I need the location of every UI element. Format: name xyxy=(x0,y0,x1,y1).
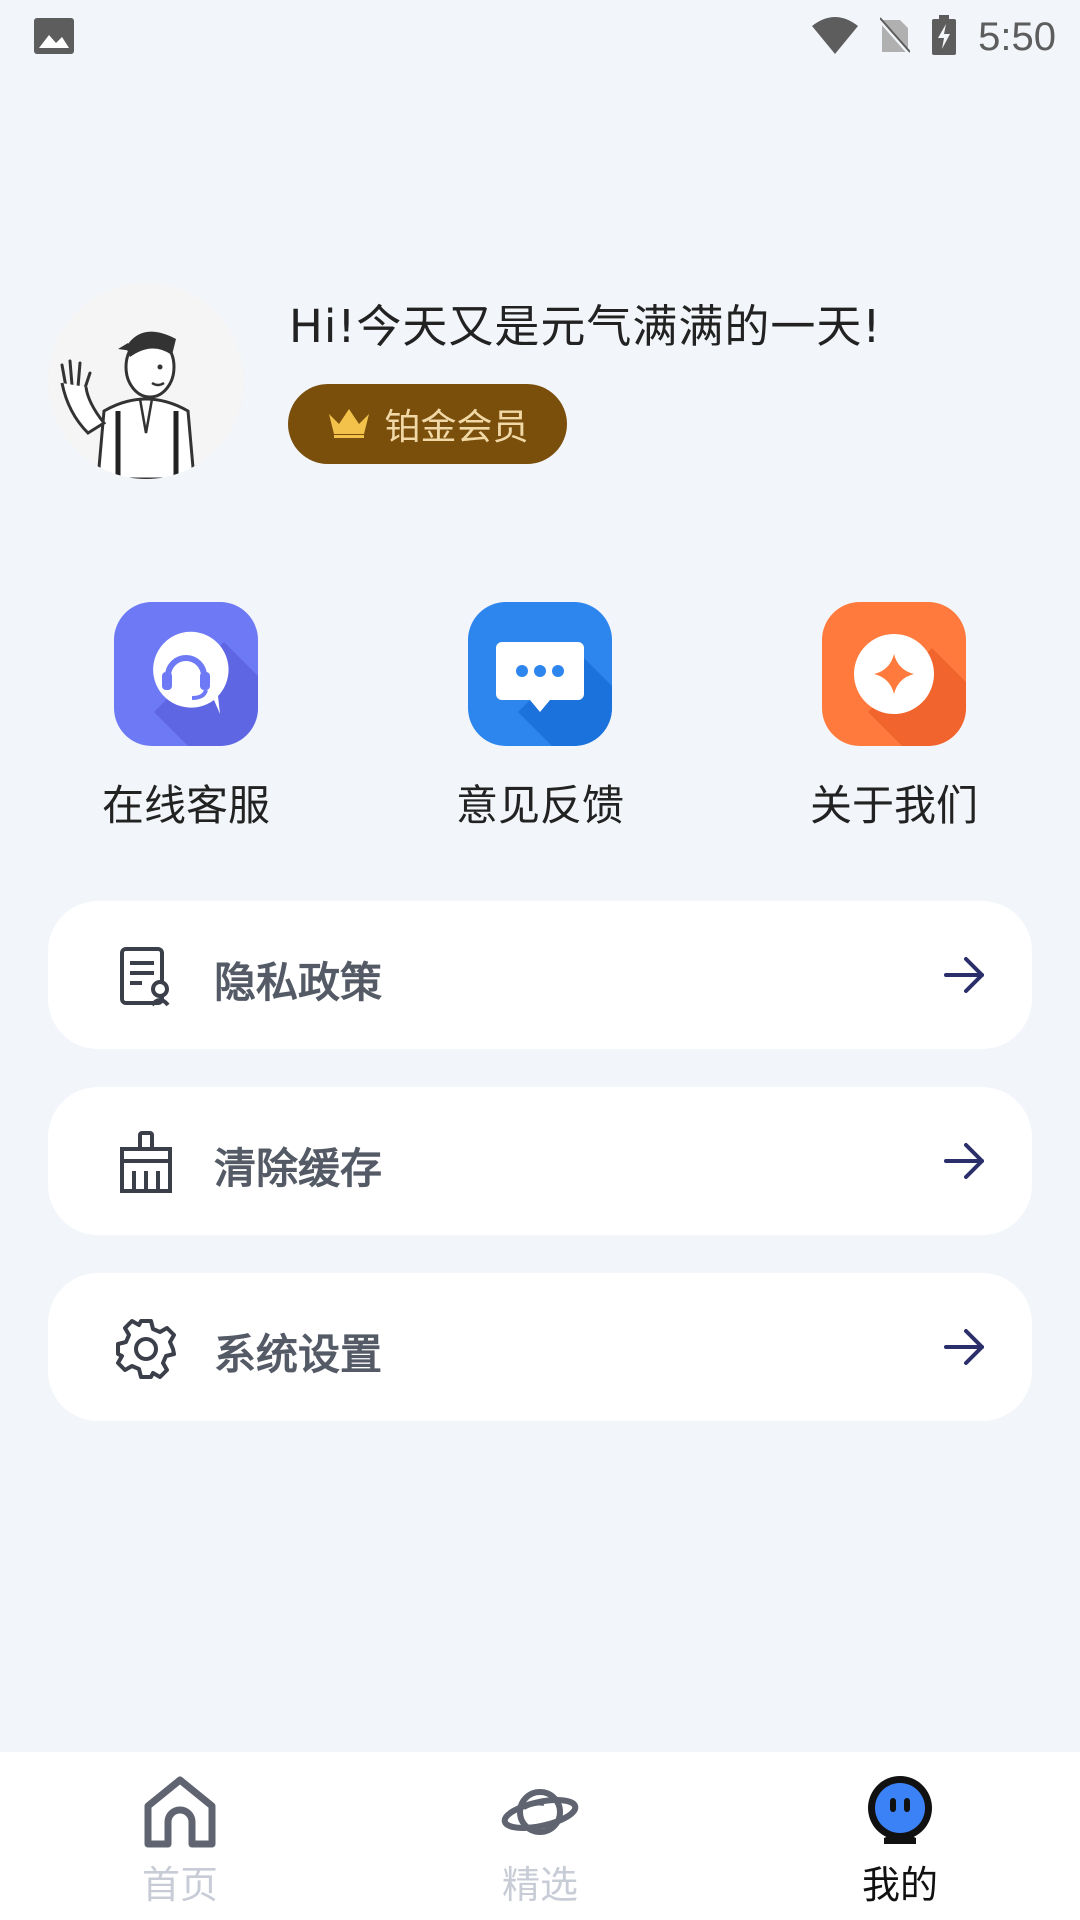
tab-label: 首页 xyxy=(141,1863,218,1907)
planet-icon xyxy=(500,1772,580,1852)
gear-icon xyxy=(114,1317,178,1381)
shortcut-label: 意见反馈 xyxy=(455,781,624,830)
vip-badge-label: 铂金会员 xyxy=(384,407,529,448)
feedback-chat-icon xyxy=(468,602,612,746)
gallery-icon xyxy=(34,18,74,58)
tab-mine[interactable]: 我的 xyxy=(720,1752,1080,1920)
arrow-right-icon xyxy=(940,951,988,999)
arrow-right-icon xyxy=(940,1137,988,1185)
menu-item-label: 清除缓存 xyxy=(214,1144,383,1193)
menu-item-clear-cache[interactable]: 清除缓存 xyxy=(48,1087,1032,1235)
privacy-document-icon xyxy=(114,945,178,1009)
menu-item-privacy-policy[interactable]: 隐私政策 xyxy=(48,901,1032,1049)
mine-robot-icon xyxy=(860,1772,940,1852)
tab-label: 我的 xyxy=(861,1863,938,1907)
menu-item-label: 系统设置 xyxy=(214,1330,383,1379)
wifi-icon xyxy=(812,16,859,58)
crown-icon xyxy=(326,406,372,442)
battery-charging-icon xyxy=(932,15,957,59)
arrow-right-icon xyxy=(940,1323,988,1371)
shortcut-feedback[interactable]: 意见反馈 xyxy=(415,602,665,833)
about-diamond-icon xyxy=(822,602,966,746)
shortcut-about-us[interactable]: 关于我们 xyxy=(769,602,1019,833)
menu-item-system-settings[interactable]: 系统设置 xyxy=(48,1273,1032,1421)
greeting-text: Hi!今天又是元气满满的一天! xyxy=(289,300,882,353)
menu-item-label: 隐私政策 xyxy=(214,958,383,1007)
shortcut-label: 关于我们 xyxy=(809,781,978,830)
status-bar: 5:50 xyxy=(0,0,1080,72)
vip-badge[interactable]: 铂金会员 xyxy=(288,384,567,464)
shortcut-label: 在线客服 xyxy=(101,781,270,830)
customer-service-icon xyxy=(114,602,258,746)
no-sim-icon xyxy=(878,16,912,58)
home-icon xyxy=(140,1772,220,1852)
tab-label: 精选 xyxy=(501,1863,578,1907)
bottom-tab-bar: 首页 精选 我的 xyxy=(0,1752,1080,1920)
avatar-illustration-icon xyxy=(48,283,244,479)
shortcut-online-service[interactable]: 在线客服 xyxy=(61,602,311,833)
status-time: 5:50 xyxy=(978,14,1056,59)
profile-avatar[interactable] xyxy=(48,283,244,479)
broom-icon xyxy=(114,1131,178,1195)
tab-home[interactable]: 首页 xyxy=(0,1752,360,1920)
tab-featured[interactable]: 精选 xyxy=(360,1752,720,1920)
